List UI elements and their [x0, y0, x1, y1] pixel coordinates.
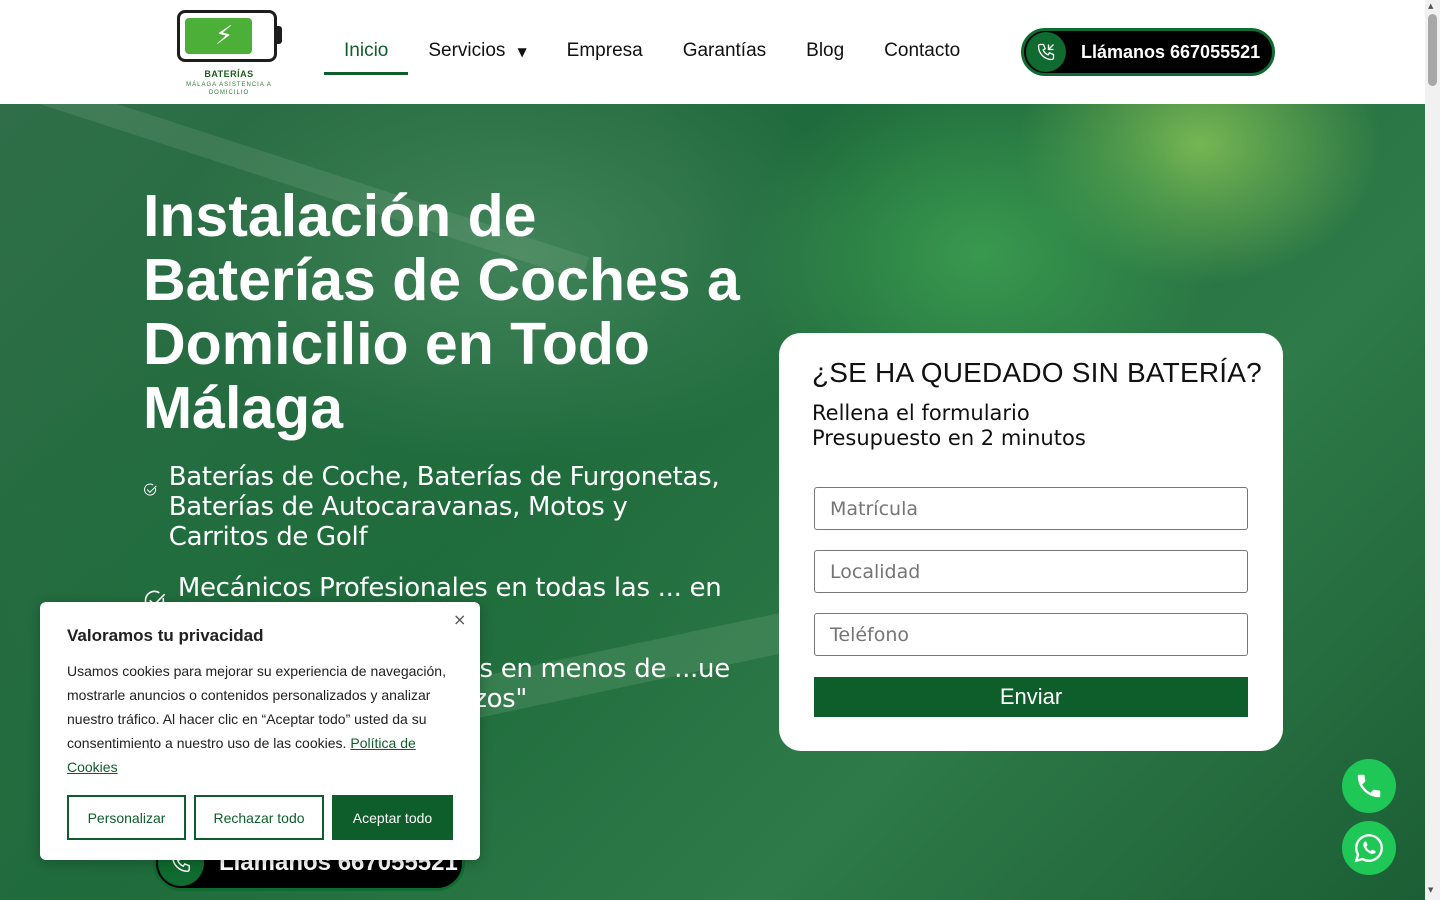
form-title: ¿SE HA QUEDADO SIN BATERÍA?	[812, 357, 1262, 388]
main-nav: Inicio Servicios ▼ Empresa Garantías Blog…	[324, 30, 980, 75]
cookie-text: Usamos cookies para mejorar su experienc…	[67, 663, 446, 775]
phone-input[interactable]	[814, 613, 1248, 656]
nav-item-inicio[interactable]: Inicio	[324, 30, 409, 75]
floating-phone-button[interactable]	[1342, 759, 1396, 813]
phone-call-icon	[1026, 32, 1066, 72]
header-call-label: Llámanos 667055521	[1081, 41, 1261, 62]
logo-subtitle: MÁLAGA ASISTENCIA A DOMICILIO	[186, 82, 272, 96]
cookie-consent-dialog: × Valoramos tu privacidad Usamos cookies…	[40, 602, 480, 860]
scroll-thumb[interactable]	[1428, 14, 1437, 86]
site-logo[interactable]: ⚡ BATERÍAS MÁLAGA ASISTENCIA A DOMICILIO	[175, 8, 283, 96]
header-call-button[interactable]: Llámanos 667055521	[1021, 28, 1275, 76]
feature-text: Baterías de Coche, Baterías de Furgoneta…	[168, 462, 720, 552]
floating-whatsapp-button[interactable]	[1342, 821, 1396, 875]
page-scrollbar[interactable]: ▲ ▼	[1425, 0, 1440, 900]
city-input[interactable]	[814, 550, 1248, 593]
quote-form: ¿SE HA QUEDADO SIN BATERÍA? Rellena el f…	[779, 333, 1283, 751]
customize-button[interactable]: Personalizar	[67, 795, 186, 840]
check-badge-icon	[144, 483, 157, 496]
feature-item: Baterías de Coche, Baterías de Furgoneta…	[143, 462, 733, 552]
scroll-up-icon[interactable]: ▲	[1428, 2, 1433, 10]
nav-item-servicios[interactable]: Servicios ▼	[408, 30, 546, 75]
hero-title: Instalación de Baterías de Coches a Domi…	[143, 183, 740, 441]
nav-item-contacto[interactable]: Contacto	[864, 30, 980, 75]
whatsapp-icon	[1354, 834, 1383, 863]
plate-input[interactable]	[814, 487, 1248, 530]
nav-item-blog[interactable]: Blog	[786, 30, 864, 75]
cookie-title: Valoramos tu privacidad	[67, 626, 264, 645]
reject-all-button[interactable]: Rechazar todo	[194, 795, 324, 840]
nav-item-empresa[interactable]: Empresa	[547, 30, 663, 75]
site-header: ⚡ BATERÍAS MÁLAGA ASISTENCIA A DOMICILIO…	[0, 0, 1425, 104]
nav-item-garantias[interactable]: Garantías	[663, 30, 786, 75]
logo-title: BATERÍAS	[204, 69, 254, 79]
scroll-down-icon[interactable]: ▼	[1428, 886, 1433, 894]
caret-down-icon: ▼	[517, 45, 527, 59]
battery-icon: ⚡	[177, 10, 277, 62]
submit-button[interactable]: Enviar	[814, 677, 1248, 717]
form-subtitle: Rellena el formulario Presupuesto en 2 m…	[812, 401, 1086, 450]
accept-all-button[interactable]: Aceptar todo	[332, 795, 453, 840]
close-icon[interactable]: ×	[453, 610, 466, 629]
phone-icon	[1357, 774, 1381, 798]
